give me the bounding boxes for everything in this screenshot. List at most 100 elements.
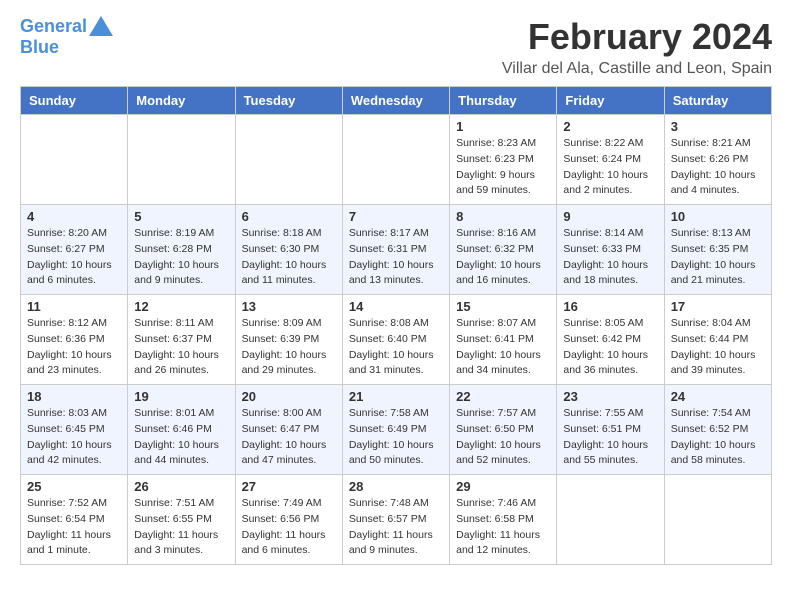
calendar-cell: 27 Sunrise: 7:49 AM Sunset: 6:56 PM Dayli… <box>235 475 342 565</box>
calendar-cell: 24 Sunrise: 7:54 AM Sunset: 6:52 PM Dayli… <box>664 385 771 475</box>
day-info: Sunrise: 8:13 AM Sunset: 6:35 PM Dayligh… <box>671 226 765 289</box>
day-number: 18 <box>27 389 121 404</box>
day-number: 1 <box>456 119 550 134</box>
calendar-cell: 22 Sunrise: 7:57 AM Sunset: 6:50 PM Dayli… <box>450 385 557 475</box>
calendar-cell: 2 Sunrise: 8:22 AM Sunset: 6:24 PM Daylig… <box>557 115 664 205</box>
day-number: 23 <box>563 389 657 404</box>
calendar-cell <box>128 115 235 205</box>
calendar-cell: 26Sunrise: 7:51 AM Sunset: 6:55 PM Dayli… <box>128 475 235 565</box>
calendar-cell <box>342 115 449 205</box>
calendar-cell: 5 Sunrise: 8:19 AM Sunset: 6:28 PM Daylig… <box>128 205 235 295</box>
day-info: Sunrise: 8:14 AM Sunset: 6:33 PM Dayligh… <box>563 226 657 289</box>
calendar-cell: 6 Sunrise: 8:18 AM Sunset: 6:30 PM Daylig… <box>235 205 342 295</box>
day-info: Sunrise: 7:52 AM Sunset: 6:54 PM Dayligh… <box>27 496 121 559</box>
day-number: 27 <box>242 479 336 494</box>
calendar-cell: 23 Sunrise: 7:55 AM Sunset: 6:51 PM Dayli… <box>557 385 664 475</box>
day-number: 19 <box>134 389 228 404</box>
location: Villar del Ala, Castille and Leon, Spain <box>502 60 772 78</box>
day-number: 16 <box>563 299 657 314</box>
day-info: Sunrise: 7:49 AM Sunset: 6:56 PM Dayligh… <box>242 496 336 559</box>
weekday-header-saturday: Saturday <box>664 87 771 115</box>
weekday-header-thursday: Thursday <box>450 87 557 115</box>
calendar-cell <box>21 115 128 205</box>
day-info: Sunrise: 8:16 AM Sunset: 6:32 PM Dayligh… <box>456 226 550 289</box>
day-info: Sunrise: 8:00 AM Sunset: 6:47 PM Dayligh… <box>242 406 336 469</box>
calendar-cell: 3 Sunrise: 8:21 AM Sunset: 6:26 PM Daylig… <box>664 115 771 205</box>
day-info: Sunrise: 8:09 AM Sunset: 6:39 PM Dayligh… <box>242 316 336 379</box>
calendar-cell: 21 Sunrise: 7:58 AM Sunset: 6:49 PM Dayli… <box>342 385 449 475</box>
day-info: Sunrise: 8:21 AM Sunset: 6:26 PM Dayligh… <box>671 136 765 199</box>
day-info: Sunrise: 8:19 AM Sunset: 6:28 PM Dayligh… <box>134 226 228 289</box>
calendar-cell: 17 Sunrise: 8:04 AM Sunset: 6:44 PM Dayli… <box>664 295 771 385</box>
day-info: Sunrise: 8:05 AM Sunset: 6:42 PM Dayligh… <box>563 316 657 379</box>
day-info: Sunrise: 7:58 AM Sunset: 6:49 PM Dayligh… <box>349 406 443 469</box>
calendar-cell: 7Sunrise: 8:17 AM Sunset: 6:31 PM Daylig… <box>342 205 449 295</box>
day-info: Sunrise: 8:08 AM Sunset: 6:40 PM Dayligh… <box>349 316 443 379</box>
calendar-cell: 13 Sunrise: 8:09 AM Sunset: 6:39 PM Dayli… <box>235 295 342 385</box>
day-info: Sunrise: 8:01 AM Sunset: 6:46 PM Dayligh… <box>134 406 228 469</box>
day-info: Sunrise: 8:11 AM Sunset: 6:37 PM Dayligh… <box>134 316 228 379</box>
day-info: Sunrise: 8:07 AM Sunset: 6:41 PM Dayligh… <box>456 316 550 379</box>
day-info: Sunrise: 7:57 AM Sunset: 6:50 PM Dayligh… <box>456 406 550 469</box>
day-info: Sunrise: 7:55 AM Sunset: 6:51 PM Dayligh… <box>563 406 657 469</box>
day-info: Sunrise: 7:46 AM Sunset: 6:58 PM Dayligh… <box>456 496 550 559</box>
weekday-header-friday: Friday <box>557 87 664 115</box>
calendar-cell: 16 Sunrise: 8:05 AM Sunset: 6:42 PM Dayli… <box>557 295 664 385</box>
day-info: Sunrise: 7:48 AM Sunset: 6:57 PM Dayligh… <box>349 496 443 559</box>
day-number: 14 <box>349 299 443 314</box>
day-number: 15 <box>456 299 550 314</box>
day-number: 4 <box>27 209 121 224</box>
calendar-cell: 20 Sunrise: 8:00 AM Sunset: 6:47 PM Dayli… <box>235 385 342 475</box>
day-number: 22 <box>456 389 550 404</box>
day-number: 29 <box>456 479 550 494</box>
weekday-header-sunday: Sunday <box>21 87 128 115</box>
calendar-cell: 15 Sunrise: 8:07 AM Sunset: 6:41 PM Dayli… <box>450 295 557 385</box>
day-number: 6 <box>242 209 336 224</box>
day-number: 9 <box>563 209 657 224</box>
calendar-cell: 29 Sunrise: 7:46 AM Sunset: 6:58 PM Dayli… <box>450 475 557 565</box>
weekday-header-tuesday: Tuesday <box>235 87 342 115</box>
calendar-cell: 18 Sunrise: 8:03 AM Sunset: 6:45 PM Dayli… <box>21 385 128 475</box>
day-number: 10 <box>671 209 765 224</box>
day-number: 13 <box>242 299 336 314</box>
day-number: 20 <box>242 389 336 404</box>
weekday-header-monday: Monday <box>128 87 235 115</box>
calendar-cell: 10 Sunrise: 8:13 AM Sunset: 6:35 PM Dayli… <box>664 205 771 295</box>
logo-subtext: Blue <box>20 38 113 58</box>
calendar-cell: 8 Sunrise: 8:16 AM Sunset: 6:32 PM Daylig… <box>450 205 557 295</box>
day-info: Sunrise: 7:54 AM Sunset: 6:52 PM Dayligh… <box>671 406 765 469</box>
day-number: 12 <box>134 299 228 314</box>
day-number: 21 <box>349 389 443 404</box>
day-number: 25 <box>27 479 121 494</box>
day-info: Sunrise: 8:04 AM Sunset: 6:44 PM Dayligh… <box>671 316 765 379</box>
day-info: Sunrise: 8:03 AM Sunset: 6:45 PM Dayligh… <box>27 406 121 469</box>
calendar-cell: 19 Sunrise: 8:01 AM Sunset: 6:46 PM Dayli… <box>128 385 235 475</box>
day-info: Sunrise: 8:17 AM Sunset: 6:31 PM Dayligh… <box>349 226 443 289</box>
day-number: 5 <box>134 209 228 224</box>
calendar-cell: 1 Sunrise: 8:23 AM Sunset: 6:23 PM Daylig… <box>450 115 557 205</box>
logo-text: General <box>20 16 113 38</box>
calendar-cell: 14 Sunrise: 8:08 AM Sunset: 6:40 PM Dayli… <box>342 295 449 385</box>
day-number: 17 <box>671 299 765 314</box>
calendar-cell <box>235 115 342 205</box>
calendar: SundayMondayTuesdayWednesdayThursdayFrid… <box>20 86 772 565</box>
day-info: Sunrise: 7:51 AM Sunset: 6:55 PM Dayligh… <box>134 496 228 559</box>
day-info: Sunrise: 8:23 AM Sunset: 6:23 PM Dayligh… <box>456 136 550 199</box>
day-info: Sunrise: 8:20 AM Sunset: 6:27 PM Dayligh… <box>27 226 121 289</box>
day-info: Sunrise: 8:18 AM Sunset: 6:30 PM Dayligh… <box>242 226 336 289</box>
day-number: 8 <box>456 209 550 224</box>
day-info: Sunrise: 8:22 AM Sunset: 6:24 PM Dayligh… <box>563 136 657 199</box>
title-section: February 2024 Villar del Ala, Castille a… <box>502 16 772 78</box>
month-title: February 2024 <box>502 16 772 58</box>
calendar-cell: 4 Sunrise: 8:20 AM Sunset: 6:27 PM Daylig… <box>21 205 128 295</box>
day-number: 28 <box>349 479 443 494</box>
calendar-cell <box>664 475 771 565</box>
day-number: 3 <box>671 119 765 134</box>
day-number: 24 <box>671 389 765 404</box>
calendar-cell <box>557 475 664 565</box>
day-number: 2 <box>563 119 657 134</box>
logo: General Blue <box>20 16 113 58</box>
calendar-cell: 25 Sunrise: 7:52 AM Sunset: 6:54 PM Dayli… <box>21 475 128 565</box>
day-number: 11 <box>27 299 121 314</box>
calendar-cell: 28 Sunrise: 7:48 AM Sunset: 6:57 PM Dayli… <box>342 475 449 565</box>
